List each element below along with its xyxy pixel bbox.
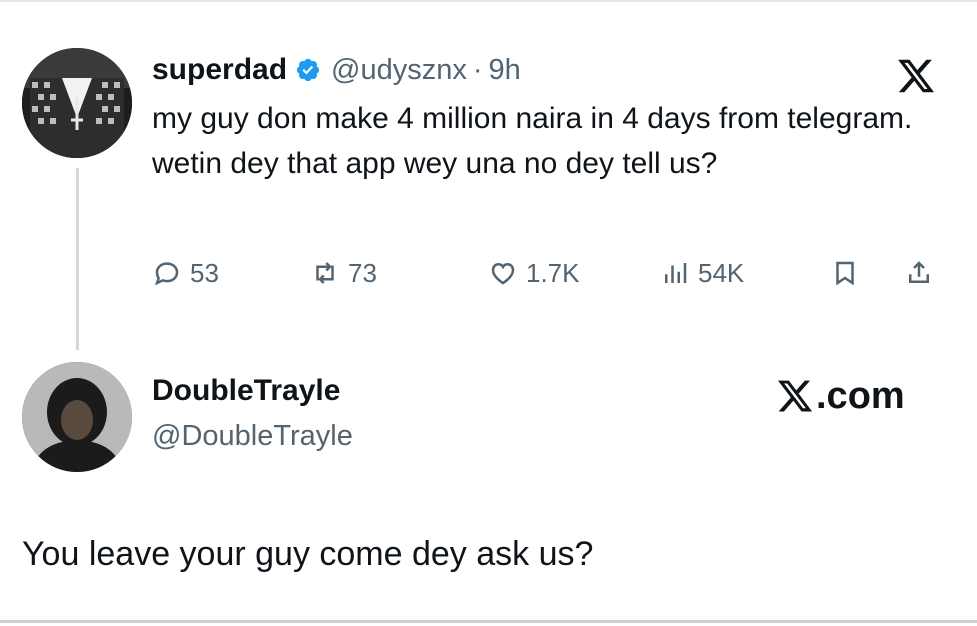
verified-badge-icon: [296, 58, 320, 82]
time-separator: ·: [472, 53, 483, 86]
bookmark-button[interactable]: [830, 253, 868, 293]
author-avatar[interactable]: [22, 48, 132, 158]
repost-count: 73: [348, 257, 377, 288]
share-icon: [909, 261, 929, 283]
card-handle[interactable]: @DoubleTrayle: [152, 420, 353, 453]
bookmark-icon: [836, 261, 854, 286]
share-button[interactable]: [904, 253, 942, 293]
thread-connector-line: [76, 168, 79, 350]
tweet-time[interactable]: 9h: [489, 54, 521, 87]
domain-text: .com: [816, 374, 905, 417]
reply-icon: [154, 262, 179, 286]
x-logo-icon: [898, 59, 935, 93]
views-button[interactable]: 54K: [660, 253, 744, 293]
card-name[interactable]: DoubleTrayle: [152, 374, 340, 408]
tweet-header: superdad @udysznx · 9h: [152, 48, 521, 92]
reply-count: 53: [190, 257, 219, 288]
views-icon: [665, 263, 687, 283]
views-count: 54K: [698, 257, 745, 288]
tweet-actions: 53 73 1.7K 54K: [152, 253, 952, 293]
x-logo-icon: [777, 380, 813, 412]
tweet-text: my guy don make 4 million naira in 4 day…: [152, 102, 913, 180]
card-avatar[interactable]: [22, 362, 132, 472]
author-name[interactable]: superdad: [152, 53, 287, 87]
x-domain-label[interactable]: .com: [776, 374, 905, 418]
reply-text: You leave your guy come dey ask us?: [22, 535, 594, 573]
author-handle[interactable]: @udysznx: [331, 54, 467, 87]
top-divider: [0, 0, 977, 2]
like-count: 1.7K: [526, 257, 580, 288]
reply-button[interactable]: 53: [152, 253, 219, 293]
bottom-divider: [0, 620, 977, 623]
repost-button[interactable]: 73: [310, 253, 377, 293]
repost-icon: [316, 262, 334, 284]
like-button[interactable]: 1.7K: [488, 253, 580, 293]
like-icon: [491, 262, 515, 285]
